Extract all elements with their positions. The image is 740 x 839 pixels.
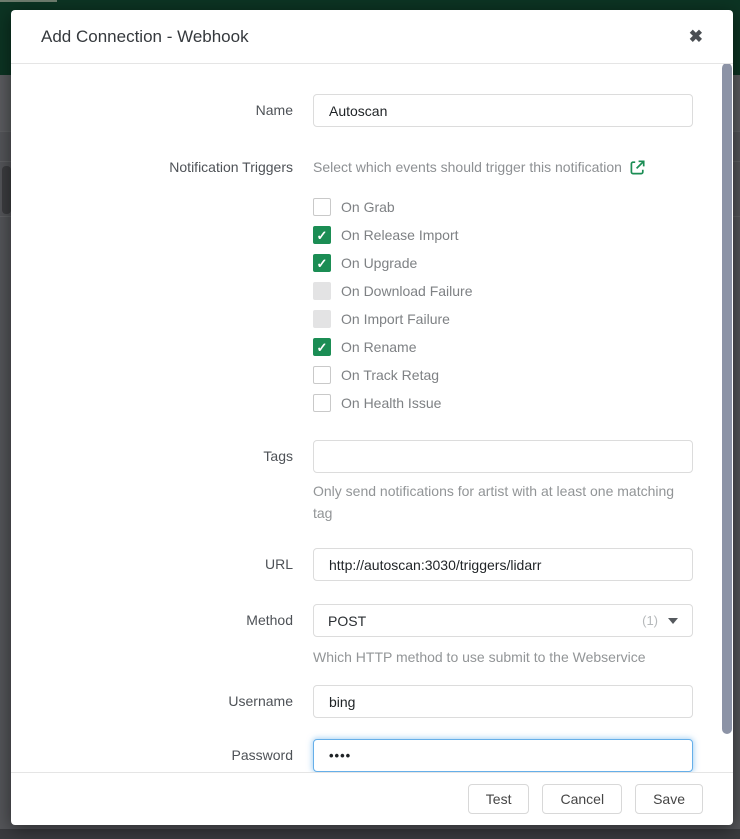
username-label: Username bbox=[11, 685, 293, 718]
password-field[interactable] bbox=[313, 739, 693, 772]
page-loading-bar bbox=[0, 0, 57, 2]
method-help: Which HTTP method to use submit to the W… bbox=[313, 646, 693, 668]
check-icon: ✓ bbox=[317, 341, 328, 354]
name-input[interactable] bbox=[313, 94, 693, 127]
triggers-row: Notification Triggers Select which event… bbox=[11, 157, 693, 417]
close-icon[interactable]: ✖ bbox=[689, 28, 703, 45]
add-connection-webhook-modal: Add Connection - Webhook ✖ Name Notifica… bbox=[11, 10, 733, 825]
name-row: Name bbox=[11, 94, 693, 127]
trigger-row-on-rename[interactable]: ✓ On Rename bbox=[313, 333, 693, 361]
save-button[interactable]: Save bbox=[635, 784, 703, 814]
page-bottom-strip bbox=[0, 829, 740, 839]
triggers-help: Select which events should trigger this … bbox=[313, 157, 693, 178]
trigger-row-on-health-issue[interactable]: ✓ On Health Issue bbox=[313, 389, 693, 417]
username-field[interactable] bbox=[313, 685, 693, 718]
checkbox: ✓ bbox=[313, 310, 331, 328]
tags-help: Only send notifications for artist with … bbox=[313, 480, 693, 524]
checkbox[interactable]: ✓ bbox=[313, 338, 331, 356]
triggers-label: Notification Triggers bbox=[11, 157, 293, 178]
modal-header: Add Connection - Webhook ✖ bbox=[11, 10, 733, 64]
checkbox[interactable]: ✓ bbox=[313, 198, 331, 216]
method-row: Method POST (1) Which HTTP method to use… bbox=[11, 604, 693, 668]
check-icon: ✓ bbox=[317, 257, 328, 270]
method-selected-value: POST bbox=[328, 613, 366, 629]
method-label: Method bbox=[11, 604, 293, 637]
trigger-row-on-download-failure: ✓ On Download Failure bbox=[313, 277, 693, 305]
test-button[interactable]: Test bbox=[468, 784, 530, 814]
trigger-row-on-import-failure: ✓ On Import Failure bbox=[313, 305, 693, 333]
tags-label: Tags bbox=[11, 440, 293, 473]
modal-body: Name Notification Triggers Select which … bbox=[11, 64, 733, 772]
checkbox[interactable]: ✓ bbox=[313, 226, 331, 244]
trigger-row-on-track-retag[interactable]: ✓ On Track Retag bbox=[313, 361, 693, 389]
trigger-checkbox-list: ✓ On Grab ✓ On Release Import ✓ On Upgra… bbox=[313, 193, 693, 417]
checkbox: ✓ bbox=[313, 282, 331, 300]
url-row: URL bbox=[11, 548, 693, 581]
checkbox[interactable]: ✓ bbox=[313, 254, 331, 272]
modal-scrollbar-thumb[interactable] bbox=[722, 64, 732, 734]
url-input[interactable] bbox=[313, 548, 693, 581]
trigger-row-on-grab[interactable]: ✓ On Grab bbox=[313, 193, 693, 221]
username-row: Username bbox=[11, 685, 693, 718]
trigger-row-on-release-import[interactable]: ✓ On Release Import bbox=[313, 221, 693, 249]
method-select[interactable]: POST (1) bbox=[313, 604, 693, 637]
password-row: Password bbox=[11, 739, 693, 772]
name-label: Name bbox=[11, 94, 293, 127]
url-label: URL bbox=[11, 548, 293, 581]
checkbox[interactable]: ✓ bbox=[313, 366, 331, 384]
check-icon: ✓ bbox=[317, 229, 328, 242]
modal-title: Add Connection - Webhook bbox=[41, 27, 249, 47]
checkbox[interactable]: ✓ bbox=[313, 394, 331, 412]
trigger-row-on-upgrade[interactable]: ✓ On Upgrade bbox=[313, 249, 693, 277]
method-count-badge: (1) bbox=[642, 613, 658, 628]
external-link-icon[interactable] bbox=[630, 160, 645, 175]
modal-footer: Test Cancel Save bbox=[11, 772, 733, 825]
tags-row: Tags Only send notifications for artist … bbox=[11, 440, 693, 524]
password-label: Password bbox=[11, 739, 293, 772]
tags-input[interactable] bbox=[313, 440, 693, 473]
page-scrollbar-thumb bbox=[2, 166, 11, 214]
chevron-down-icon bbox=[668, 618, 678, 624]
cancel-button[interactable]: Cancel bbox=[542, 784, 622, 814]
